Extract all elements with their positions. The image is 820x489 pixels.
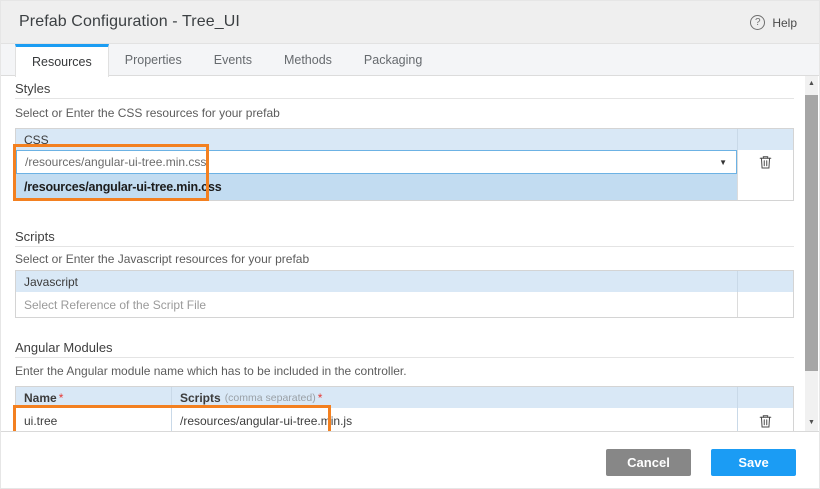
- scripts-column-header: Scripts (comma separated) *: [172, 387, 737, 408]
- titlebar: Prefab Configuration - Tree_UI ? Help: [1, 1, 820, 44]
- css-table: CSS /resources/angular-ui-tree.min.css ▼: [15, 128, 794, 201]
- styles-description: Select or Enter the CSS resources for yo…: [15, 106, 794, 120]
- save-button[interactable]: Save: [711, 449, 796, 476]
- dialog-footer: Cancel Save: [1, 433, 820, 489]
- scripts-required-marker: *: [318, 391, 323, 405]
- javascript-table: Javascript Select Reference of the Scrip…: [15, 270, 794, 318]
- angular-modules-table: Name * Scripts (comma separated) * ui.tr…: [15, 386, 794, 432]
- javascript-delete-column-header: [737, 271, 793, 292]
- scripts-heading: Scripts: [15, 229, 794, 247]
- angular-modules-table-header: Name * Scripts (comma separated) *: [16, 387, 793, 408]
- styles-heading: Styles: [15, 81, 794, 99]
- name-header-label: Name: [24, 391, 57, 405]
- scrollbar-thumb[interactable]: [805, 95, 818, 371]
- trash-icon: [758, 413, 773, 429]
- module-scripts-field[interactable]: /resources/angular-ui-tree.min.js: [172, 408, 737, 432]
- scripts-header-label: Scripts: [180, 391, 221, 405]
- css-resource-select[interactable]: /resources/angular-ui-tree.min.css ▼: [16, 150, 737, 174]
- scroll-up-arrow-icon[interactable]: ▲: [805, 80, 818, 87]
- module-delete-button[interactable]: [753, 410, 779, 432]
- tab-events[interactable]: Events: [198, 44, 268, 75]
- scripts-description: Select or Enter the Javascript resources…: [15, 252, 794, 266]
- css-delete-button[interactable]: [753, 151, 779, 173]
- css-delete-column-header: [737, 129, 793, 150]
- tab-packaging[interactable]: Packaging: [348, 44, 438, 75]
- scroll-down-arrow-icon[interactable]: ▼: [805, 419, 818, 426]
- css-dropdown-option[interactable]: /resources/angular-ui-tree.min.css: [16, 174, 737, 200]
- css-select-value: /resources/angular-ui-tree.min.css: [25, 155, 206, 169]
- table-row: ui.tree /resources/angular-ui-tree.min.j…: [16, 408, 793, 432]
- cancel-button[interactable]: Cancel: [606, 449, 691, 476]
- javascript-table-header: Javascript: [16, 271, 793, 292]
- name-column-header: Name *: [16, 387, 172, 408]
- javascript-placeholder: Select Reference of the Script File: [24, 298, 206, 312]
- angular-modules-description: Enter the Angular module name which has …: [15, 364, 794, 378]
- css-dropdown-option-row: /resources/angular-ui-tree.min.css: [16, 174, 793, 200]
- chevron-down-icon: ▼: [719, 158, 727, 167]
- module-name-field[interactable]: ui.tree: [16, 408, 172, 432]
- prefab-configuration-dialog: Prefab Configuration - Tree_UI ? Help Re…: [0, 0, 820, 489]
- help-label: Help: [772, 16, 797, 30]
- angular-modules-heading: Angular Modules: [15, 340, 794, 358]
- modules-delete-column-header: [737, 387, 793, 408]
- tab-properties[interactable]: Properties: [109, 44, 198, 75]
- trash-icon: [758, 154, 773, 170]
- tab-resources[interactable]: Resources: [15, 44, 109, 77]
- javascript-column-header: Javascript: [16, 271, 737, 292]
- resources-panel: Styles Select or Enter the CSS resources…: [1, 76, 820, 432]
- javascript-input-row[interactable]: Select Reference of the Script File: [16, 292, 793, 317]
- page-title: Prefab Configuration - Tree_UI: [19, 13, 240, 31]
- help-icon: ?: [750, 15, 765, 30]
- help-button[interactable]: ? Help: [750, 1, 797, 44]
- css-table-header: CSS: [16, 129, 793, 150]
- scripts-header-hint: (comma separated): [225, 392, 316, 404]
- vertical-scrollbar[interactable]: ▲ ▼: [805, 76, 818, 432]
- css-column-header: CSS: [16, 129, 737, 150]
- tab-methods[interactable]: Methods: [268, 44, 348, 75]
- tab-bar: Resources Properties Events Methods Pack…: [1, 44, 820, 76]
- css-select-row: /resources/angular-ui-tree.min.css ▼: [16, 150, 793, 174]
- name-required-marker: *: [59, 391, 64, 405]
